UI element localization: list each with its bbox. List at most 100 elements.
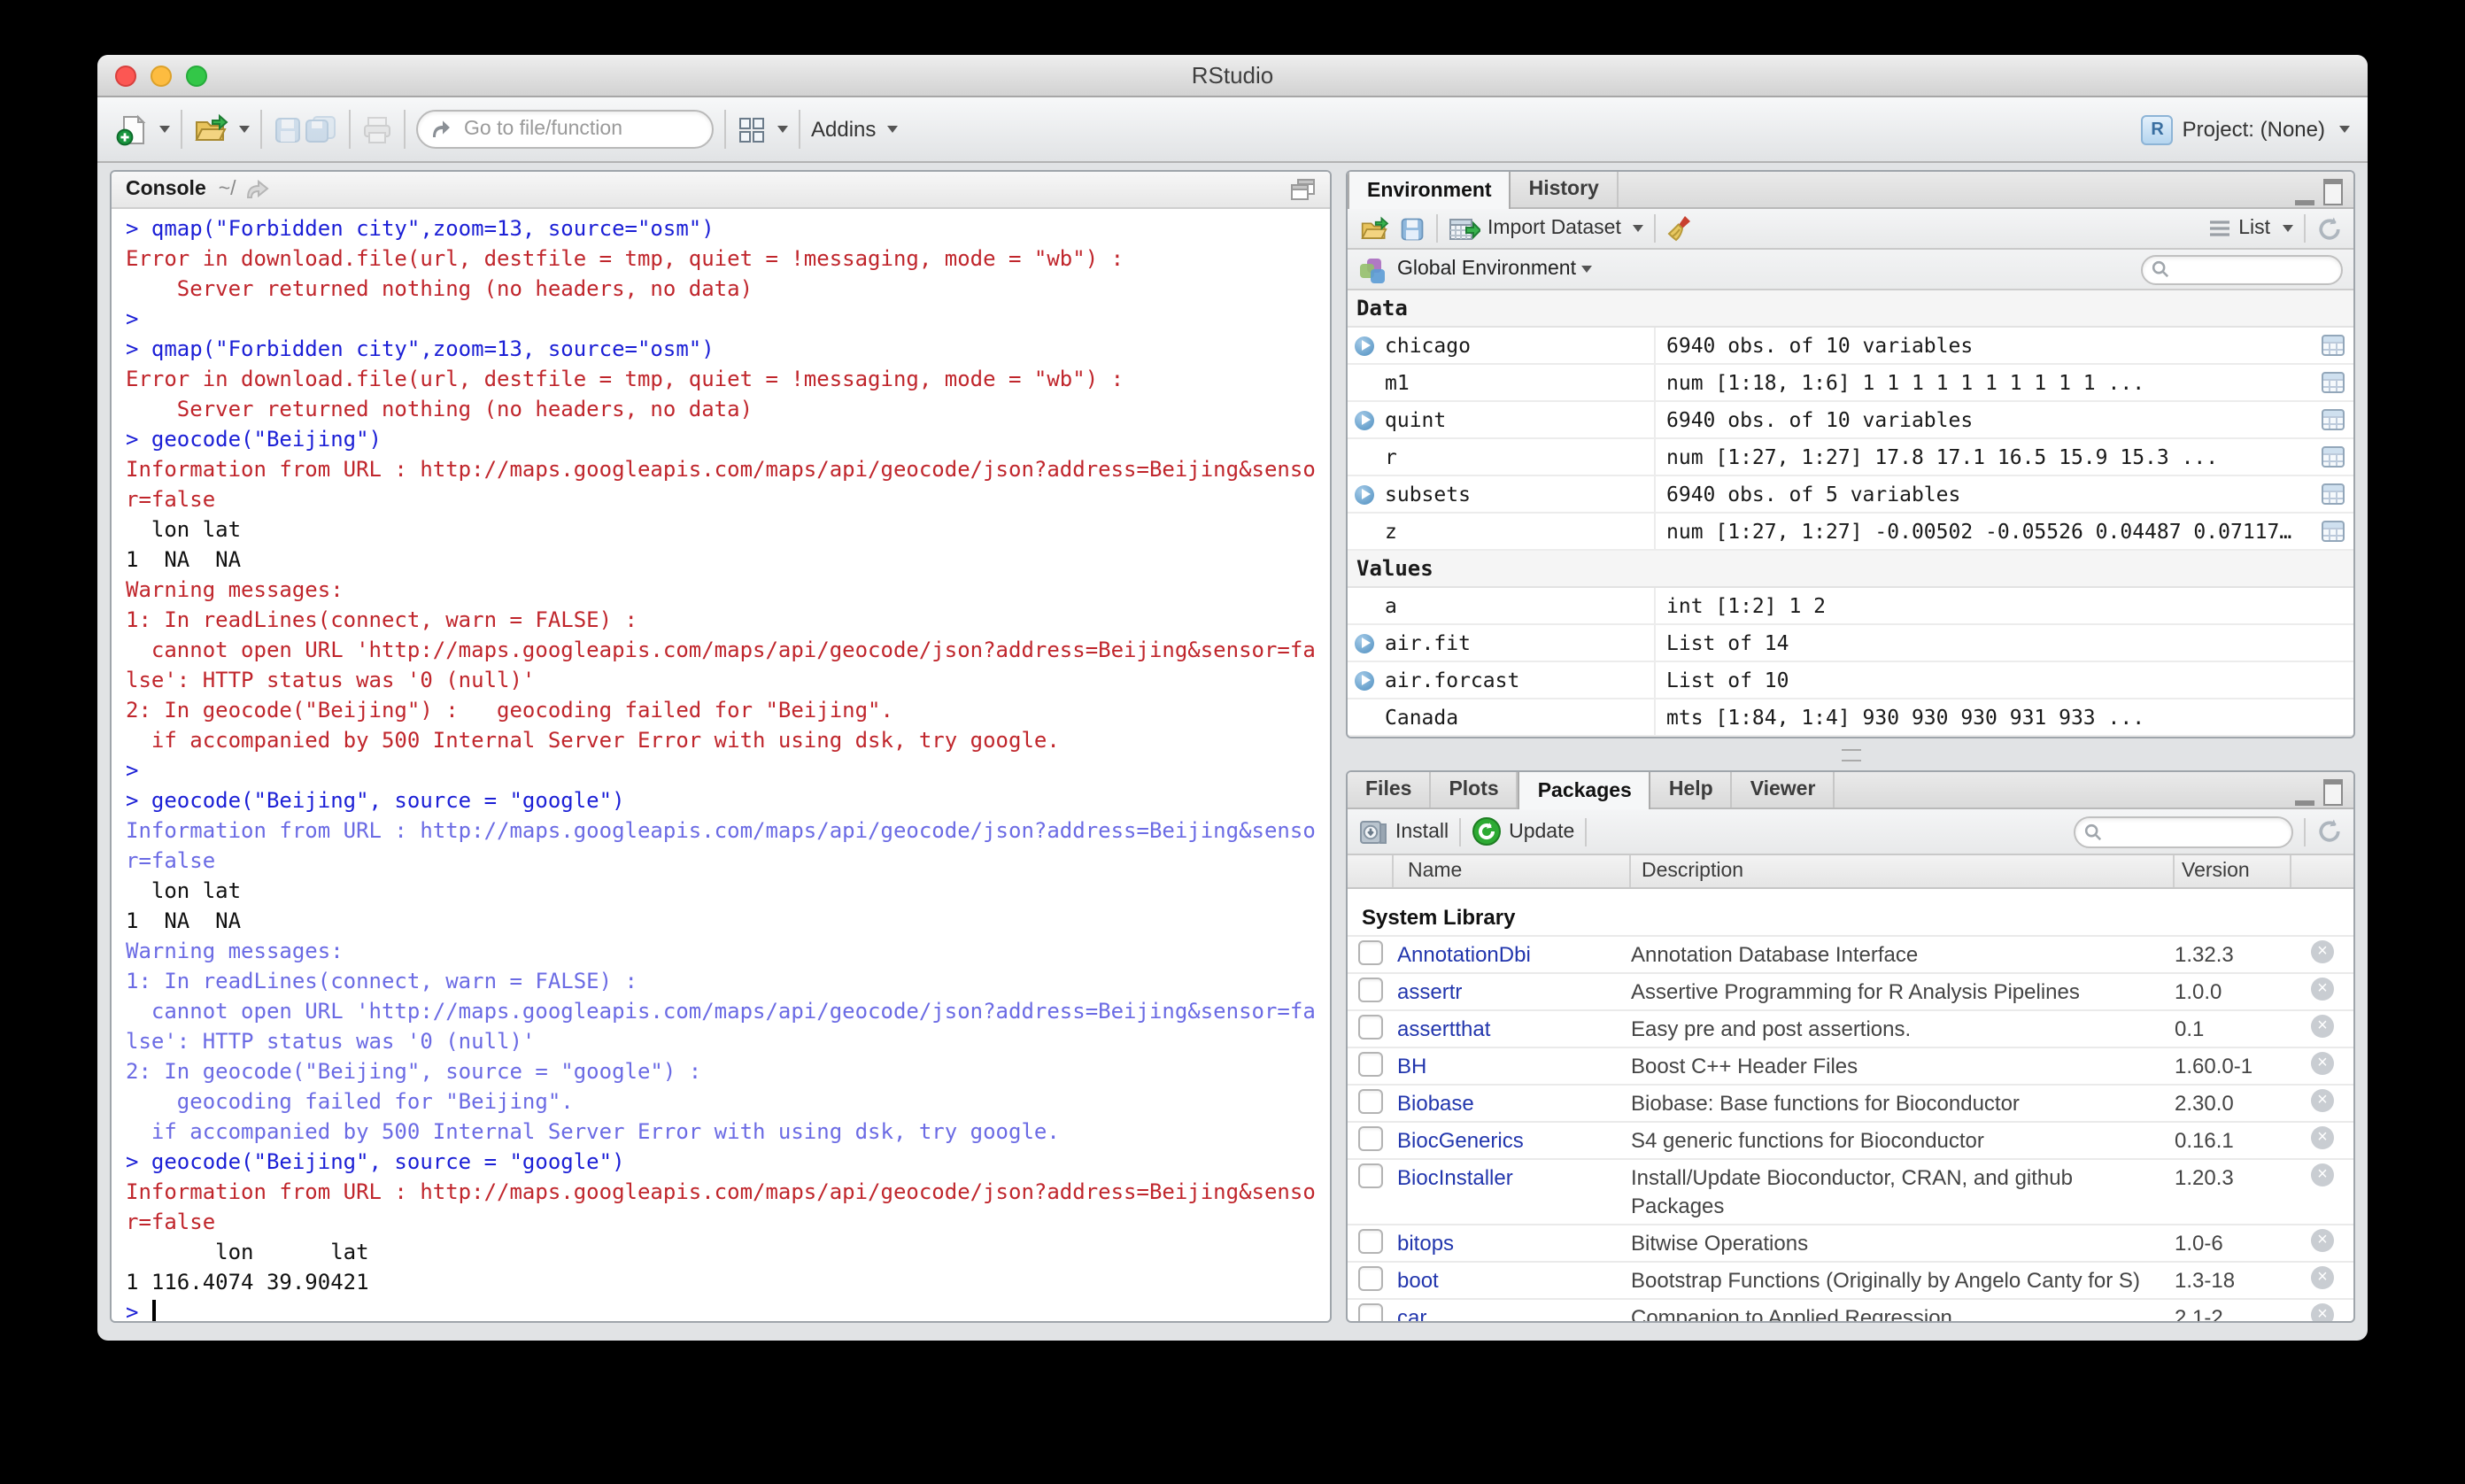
package-name-link[interactable]: boot	[1394, 1263, 1631, 1298]
grid-view-icon[interactable]	[2321, 446, 2344, 468]
packages-search[interactable]	[2074, 815, 2293, 847]
packages-search-input[interactable]	[2109, 819, 2258, 844]
save-all-button[interactable]	[303, 113, 338, 145]
package-checkbox[interactable]	[1358, 1052, 1383, 1077]
package-checkbox[interactable]	[1358, 1015, 1383, 1040]
tab-packages[interactable]: Packages	[1518, 772, 1651, 809]
minimize-pane-icon[interactable]	[2295, 185, 2314, 205]
minimize-pane-icon[interactable]	[2295, 785, 2314, 805]
package-checkbox[interactable]	[1358, 1303, 1383, 1321]
new-file-button[interactable]	[115, 112, 170, 146]
remove-package-icon[interactable]: ×	[2311, 1163, 2334, 1186]
env-row-z[interactable]: z num [1:27, 1:27] -0.00502 -0.05526 0.0…	[1348, 514, 2353, 551]
package-name-link[interactable]: AnnotationDbi	[1394, 937, 1631, 972]
goto-file-input[interactable]	[460, 117, 662, 142]
remove-package-icon[interactable]: ×	[2311, 1015, 2334, 1038]
package-checkbox[interactable]	[1358, 1229, 1383, 1254]
package-name-link[interactable]: BiocInstaller	[1394, 1160, 1631, 1195]
save-button[interactable]	[273, 114, 303, 144]
grid-view-icon[interactable]	[2321, 483, 2344, 505]
maximize-pane-icon[interactable]	[2323, 179, 2343, 205]
scope-selector[interactable]: Global Environment	[1397, 259, 1576, 280]
panes-dropdown-caret[interactable]	[777, 126, 788, 133]
expand-arrow-icon[interactable]	[1355, 633, 1374, 653]
package-checkbox[interactable]	[1358, 940, 1383, 965]
package-name-link[interactable]: Biobase	[1394, 1086, 1631, 1121]
expand-arrow-icon[interactable]	[1355, 670, 1374, 690]
env-row-air-fit[interactable]: air.fit List of 14	[1348, 625, 2353, 662]
env-row-m1[interactable]: m1 num [1:18, 1:6] 1 1 1 1 1 1 1 1 1 1 .…	[1348, 365, 2353, 402]
package-checkbox[interactable]	[1358, 1266, 1383, 1291]
tab-viewer[interactable]: Viewer	[1733, 772, 1835, 808]
remove-package-icon[interactable]: ×	[2311, 1089, 2334, 1112]
package-name-link[interactable]: assertr	[1394, 974, 1631, 1009]
zoom-window-button[interactable]	[186, 65, 207, 86]
env-row-subsets[interactable]: subsets 6940 obs. of 5 variables	[1348, 476, 2353, 514]
env-row-a[interactable]: a int [1:2] 1 2	[1348, 588, 2353, 625]
title-bar[interactable]: RStudio	[97, 55, 2368, 97]
expand-arrow-icon[interactable]	[1355, 410, 1374, 429]
close-window-button[interactable]	[115, 65, 136, 86]
tab-files[interactable]: Files	[1348, 772, 1432, 808]
scope-caret[interactable]	[1581, 266, 1592, 273]
env-row-quint[interactable]: quint 6940 obs. of 10 variables	[1348, 402, 2353, 439]
console-output[interactable]: > qmap("Forbidden city",zoom=13, source=…	[112, 209, 1330, 1321]
list-view-button[interactable]: List	[2208, 218, 2293, 239]
project-menu-button[interactable]: R Project: (None)	[2141, 114, 2350, 144]
package-name-link[interactable]: assertthat	[1394, 1011, 1631, 1047]
remove-package-icon[interactable]: ×	[2311, 1126, 2334, 1149]
panes-layout-button[interactable]	[737, 114, 788, 144]
env-row-canada[interactable]: Canada mts [1:84, 1:4] 930 930 930 931 9…	[1348, 699, 2353, 737]
tab-history[interactable]: History	[1511, 172, 1619, 207]
expand-arrow-icon[interactable]	[1355, 484, 1374, 504]
package-checkbox[interactable]	[1358, 1089, 1383, 1114]
grid-view-icon[interactable]	[2321, 335, 2344, 356]
grid-view-icon[interactable]	[2321, 521, 2344, 542]
package-name-link[interactable]: bitops	[1394, 1225, 1631, 1261]
env-row-r[interactable]: r num [1:27, 1:27] 17.8 17.1 16.5 15.9 1…	[1348, 439, 2353, 476]
refresh-environment-button[interactable]	[2316, 215, 2343, 242]
tab-help[interactable]: Help	[1651, 772, 1733, 808]
remove-package-icon[interactable]: ×	[2311, 1266, 2334, 1289]
env-row-chicago[interactable]: chicago 6940 obs. of 10 variables	[1348, 328, 2353, 365]
remove-package-icon[interactable]: ×	[2311, 1052, 2334, 1075]
horizontal-splitter[interactable]	[1346, 738, 2355, 770]
tab-plots[interactable]: Plots	[1431, 772, 1518, 808]
grid-view-icon[interactable]	[2321, 372, 2344, 393]
package-name-link[interactable]: BiocGenerics	[1394, 1123, 1631, 1158]
goto-file-search[interactable]	[416, 110, 714, 149]
project-dropdown-caret[interactable]	[2339, 126, 2350, 133]
name-column-header[interactable]: Name	[1394, 855, 1631, 887]
description-column-header[interactable]: Description	[1631, 855, 2175, 887]
install-button[interactable]: Install	[1358, 817, 1449, 846]
remove-package-icon[interactable]: ×	[2311, 940, 2334, 963]
minimize-window-button[interactable]	[151, 65, 172, 86]
expand-arrow-icon[interactable]	[1355, 336, 1374, 355]
update-button[interactable]: Update	[1472, 816, 1574, 846]
new-file-dropdown-caret[interactable]	[159, 126, 170, 133]
clear-workspace-button[interactable]	[1667, 214, 1694, 243]
save-workspace-button[interactable]	[1399, 215, 1426, 242]
package-checkbox[interactable]	[1358, 978, 1383, 1002]
grid-view-icon[interactable]	[2321, 409, 2344, 430]
open-file-dropdown-caret[interactable]	[239, 126, 250, 133]
refresh-packages-button[interactable]	[2316, 818, 2343, 845]
remove-package-icon[interactable]: ×	[2311, 1229, 2334, 1252]
env-row-air-forcast[interactable]: air.forcast List of 10	[1348, 662, 2353, 699]
print-button[interactable]	[361, 114, 393, 144]
list-view-caret[interactable]	[2283, 225, 2293, 232]
package-checkbox[interactable]	[1358, 1126, 1383, 1151]
import-dataset-button[interactable]: Import Dataset	[1449, 215, 1644, 242]
version-column-header[interactable]: Version	[2175, 855, 2291, 887]
import-dataset-caret[interactable]	[1633, 225, 1644, 232]
package-name-link[interactable]: car	[1394, 1300, 1631, 1321]
remove-package-icon[interactable]: ×	[2311, 1303, 2334, 1321]
addins-button[interactable]: Addins	[811, 117, 898, 142]
package-name-link[interactable]: BH	[1394, 1048, 1631, 1084]
environment-search-input[interactable]	[2176, 257, 2325, 282]
environment-search[interactable]	[2141, 254, 2343, 284]
tab-environment[interactable]: Environment	[1348, 172, 1511, 209]
addins-dropdown-caret[interactable]	[886, 126, 898, 133]
open-file-button[interactable]	[193, 113, 250, 145]
load-workspace-button[interactable]	[1358, 215, 1390, 242]
